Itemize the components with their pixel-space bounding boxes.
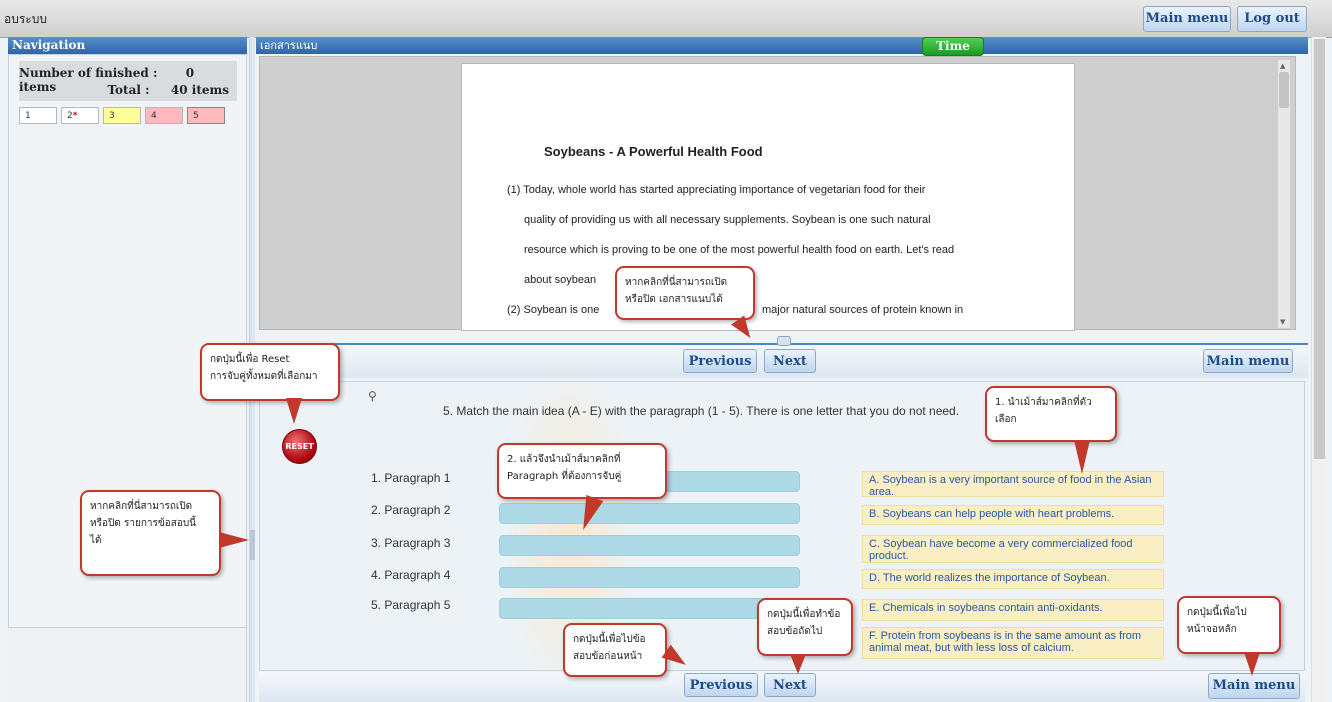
question-item-1[interactable]: 1 [19,107,57,124]
answer-option-a[interactable]: A. Soybean is a very important source of… [862,471,1164,498]
question-item-3[interactable]: 3 [103,107,141,124]
exam-app: อบระบบ Main menu Log out Navigation Numb… [0,0,1332,702]
document-line: resource which is proving to be one of t… [524,244,955,256]
scroll-up-icon[interactable]: ▲ [1280,62,1285,70]
document-page: Soybeans - A Powerful Health Food (1) To… [461,63,1075,331]
paragraph-label-2: 2. Paragraph 2 [371,503,451,517]
answer-option-d[interactable]: D. The world realizes the importance of … [862,569,1164,589]
callout-step-1: 1. นำเม้าส์มาคลิกที่ตัว เลือก [985,386,1117,442]
callout-navigation-toggle: หากคลิกที่นี่สามารถเปิด หรือปิด รายการข้… [80,490,221,576]
time-button[interactable]: Time [922,37,984,56]
finished-label: Number of finished : [19,66,158,80]
app-title: อบระบบ [4,12,47,26]
main-menu-button-bottom[interactable]: Main menu [1208,673,1300,699]
document-line: about soybean [524,274,597,286]
left-lower-area [8,628,247,702]
document-line: (2) Soybean is one [507,304,600,316]
flag-icon: * [72,111,78,121]
match-slot-5[interactable] [499,598,800,619]
match-slot-4[interactable] [499,567,800,588]
total-value: 40 items [170,83,229,97]
previous-button-top[interactable]: Previous [683,349,757,373]
answer-option-f[interactable]: F. Protein from soybeans is in the same … [862,627,1164,659]
callout-reset: กดปุ่มนี้เพื่อ Reset การจับคู่ทั้งหมดที่… [200,343,340,401]
pin-icon: ⚲ [368,389,377,403]
page-scrollbar[interactable] [1311,37,1326,702]
document-viewer: Soybeans - A Powerful Health Food (1) To… [259,56,1296,331]
main-menu-button-top[interactable]: Main menu [1203,349,1293,373]
logout-button[interactable]: Log out [1237,6,1307,32]
paragraph-label-1: 1. Paragraph 1 [371,471,451,485]
main-menu-button[interactable]: Main menu [1143,6,1231,32]
callout-previous: กดปุ่มนี้เพื่อไปข้อ สอบข้อก่อนหน้า [563,623,667,677]
document-line: quality of providing us with all necessa… [524,214,931,226]
document-line: (1) Today, whole world has started appre… [507,184,926,196]
document-line: major natural sources of protein known i… [762,304,964,316]
answer-option-b[interactable]: B. Soybeans can help people with heart p… [862,505,1164,525]
callout-step-2: 2. แล้วจึงนำเม้าส์มาคลิกที่ Paragraph ที… [497,443,667,499]
document-toggle-handle[interactable] [777,336,791,346]
answer-option-e[interactable]: E. Chemicals in soybeans contain anti-ox… [862,599,1164,621]
page-scroll-thumb[interactable] [1314,39,1325,459]
next-button-bottom[interactable]: Next [764,673,816,697]
previous-button-bottom[interactable]: Previous [684,673,758,697]
match-slot-3[interactable] [499,535,800,556]
reset-button[interactable]: RESET [282,429,317,464]
callout-document-toggle: หากคลิกที่นี่สามารถเปิด หรือปิด เอกสารแน… [615,266,755,320]
scroll-thumb[interactable] [1279,72,1289,108]
paragraph-label-3: 3. Paragraph 3 [371,536,451,550]
document-scrollbar[interactable]: ▲ ▼ [1278,60,1290,328]
question-item-2[interactable]: 2* [61,107,99,124]
next-button-top[interactable]: Next [764,349,816,373]
paragraph-label-5: 5. Paragraph 5 [371,598,451,612]
callout-main-menu: กดปุ่มนี้เพื่อไป หน้าจอหลัก [1177,596,1281,654]
callout-next: กดปุ่มนี้เพื่อทำข้อ สอบข้อถัดไป [757,598,853,656]
scroll-down-icon[interactable]: ▼ [1280,318,1285,326]
splitter-handle[interactable] [250,530,255,560]
paragraph-label-4: 4. Paragraph 4 [371,568,451,582]
document-title: Soybeans - A Powerful Health Food [544,144,763,159]
attachment-header: เอกสารแนบ [256,37,1308,54]
answer-option-c[interactable]: C. Soybean have become a very commercial… [862,535,1164,563]
question-text: 5. Match the main idea (A - E) with the … [443,404,960,418]
question-item-4[interactable]: 4 [145,107,183,124]
question-item-5[interactable]: 5 [187,107,225,124]
navigation-header: Navigation [8,37,247,54]
top-bar: อบระบบ Main menu Log out [0,0,1332,38]
match-slot-2[interactable] [499,503,800,524]
progress-summary: Number of finished : 0 items Total : 40 … [19,61,237,101]
total-label: Total : [107,83,150,97]
